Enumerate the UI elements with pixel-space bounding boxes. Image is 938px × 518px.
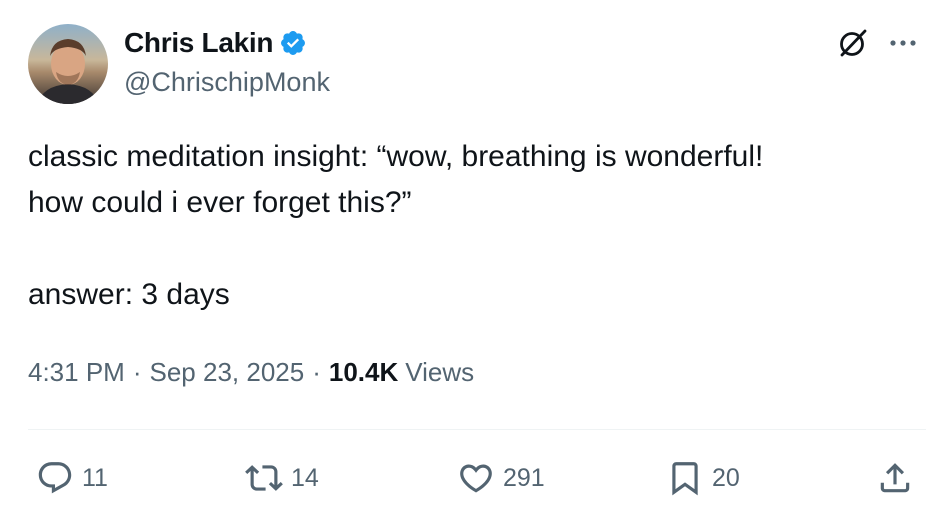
more-icon[interactable] bbox=[888, 30, 918, 56]
repost-count: 14 bbox=[291, 463, 319, 492]
views-label: Views bbox=[405, 357, 475, 387]
tweet-date[interactable]: Sep 23, 2025 bbox=[150, 357, 305, 388]
repost-button[interactable]: 14 bbox=[245, 458, 319, 498]
meta-separator: · bbox=[132, 357, 142, 387]
tweet-meta: 4:31 PM · Sep 23, 2025 · 10.4K Views bbox=[28, 357, 474, 388]
tweet-card: Chris Lakin @ChrischipMonk classic medit… bbox=[0, 0, 938, 518]
display-name[interactable]: Chris Lakin bbox=[124, 27, 273, 59]
reply-icon bbox=[38, 462, 72, 494]
avatar[interactable] bbox=[28, 24, 108, 104]
grok-icon[interactable] bbox=[836, 26, 870, 60]
share-icon bbox=[880, 463, 910, 493]
tweet-time[interactable]: 4:31 PM bbox=[28, 357, 125, 388]
author-handle[interactable]: @ChrischipMonk bbox=[124, 67, 330, 98]
author-name-row: Chris Lakin bbox=[124, 26, 307, 60]
verified-badge-icon[interactable] bbox=[279, 29, 307, 57]
share-button[interactable] bbox=[876, 458, 914, 498]
reply-count: 11 bbox=[82, 463, 108, 492]
avatar-photo bbox=[38, 39, 98, 104]
like-icon bbox=[460, 464, 492, 493]
views-count: 10.4K bbox=[328, 357, 399, 387]
like-count: 291 bbox=[503, 463, 545, 492]
bookmark-count: 20 bbox=[712, 463, 740, 492]
tweet-text: classic meditation insight: “wow, breath… bbox=[28, 140, 764, 311]
like-button[interactable]: 291 bbox=[457, 458, 545, 498]
divider bbox=[28, 429, 926, 430]
bookmark-button[interactable]: 20 bbox=[666, 458, 740, 498]
bookmark-icon bbox=[672, 462, 698, 496]
repost-icon bbox=[245, 465, 283, 491]
reply-button[interactable]: 11 bbox=[36, 458, 108, 498]
meta-separator: · bbox=[312, 357, 321, 387]
